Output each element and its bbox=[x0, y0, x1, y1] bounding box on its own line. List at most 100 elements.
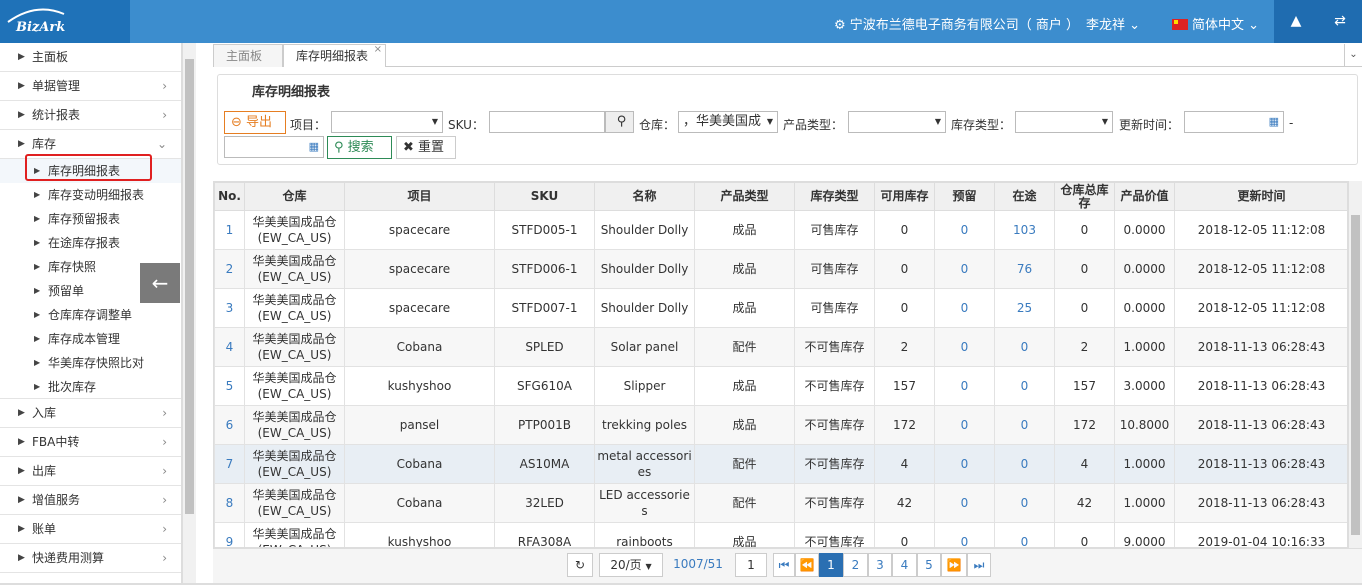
tab-inventory-detail[interactable]: 库存明细报表 × bbox=[283, 44, 386, 67]
table-cell[interactable]: 0 bbox=[934, 249, 995, 289]
notification-button[interactable]: ▲ bbox=[1274, 0, 1318, 43]
table-cell[interactable]: 0 bbox=[934, 366, 995, 406]
column-header[interactable]: 预留 bbox=[934, 182, 995, 211]
column-header[interactable]: 项目 bbox=[344, 182, 495, 211]
column-header[interactable]: No. bbox=[214, 182, 245, 211]
company-name[interactable]: ⚙ 宁波布兰德电子商务有限公司（ 商户 ） bbox=[834, 14, 1079, 33]
sidebar-sub-batch[interactable]: ▶ 批次库存 bbox=[0, 375, 181, 399]
table-cell[interactable]: 0 bbox=[934, 405, 995, 445]
table-row[interactable]: 5 华美美国成品仓(EW_CA_US) kushyshoo SFG610A Slippe… bbox=[214, 366, 1347, 406]
column-header[interactable]: 名称 bbox=[594, 182, 695, 211]
sidebar-sub-in-transit[interactable]: ▶ 在途库存报表 bbox=[0, 231, 181, 255]
last-page-button[interactable]: ⏭ bbox=[967, 553, 991, 577]
collapse-sidebar-button[interactable]: ← bbox=[140, 263, 180, 303]
scrollbar-thumb[interactable] bbox=[185, 59, 194, 514]
table-cell[interactable]: 9 bbox=[214, 522, 245, 547]
warehouse-select[interactable]: ，华美美国成 ▼ bbox=[678, 111, 778, 133]
table-scrollbar[interactable] bbox=[1348, 181, 1362, 548]
column-header[interactable]: 库存类型 bbox=[794, 182, 875, 211]
table-cell[interactable]: 0 bbox=[994, 444, 1055, 484]
stock-type-select[interactable]: ▼ bbox=[1015, 111, 1113, 133]
project-select[interactable]: ▼ bbox=[331, 111, 443, 133]
logo[interactable]: BizArk bbox=[0, 0, 130, 43]
sidebar-sub-inventory-change[interactable]: ▶ 库存变动明细报表 bbox=[0, 183, 181, 207]
sidebar-item-documents[interactable]: ▶ 单据管理 › bbox=[0, 72, 181, 101]
table-cell[interactable]: 0 bbox=[994, 405, 1055, 445]
table-cell[interactable]: 1 bbox=[214, 210, 245, 250]
prev-page-button[interactable]: ⏪ bbox=[795, 553, 819, 577]
tab-dashboard[interactable]: 主面板 bbox=[213, 44, 283, 67]
refresh-button[interactable]: ↻ bbox=[567, 553, 593, 577]
table-cell[interactable]: 0 bbox=[934, 210, 995, 250]
export-button[interactable]: ⊖ 导出 bbox=[224, 111, 286, 134]
sidebar-item-inbound[interactable]: ▶ 入库 › bbox=[0, 399, 181, 428]
table-row[interactable]: 7 华美美国成品仓(EW_CA_US) Cobana AS10MA metal acce… bbox=[214, 444, 1347, 484]
sidebar-item-billing[interactable]: ▶ 账单 › bbox=[0, 515, 181, 544]
table-cell[interactable]: 0 bbox=[934, 327, 995, 367]
language-menu[interactable]: 简体中文 ⌄ bbox=[1172, 14, 1259, 33]
table-row[interactable]: 9华美美国成品仓(EW_CA_US)kushyshooRFA308Arainbo… bbox=[214, 522, 1347, 547]
table-cell[interactable]: 3 bbox=[214, 288, 245, 328]
page-input[interactable]: 1 bbox=[735, 553, 767, 577]
column-header[interactable]: 产品类型 bbox=[694, 182, 795, 211]
column-header[interactable]: 更新时间 bbox=[1174, 182, 1347, 211]
page-2-button[interactable]: 2 bbox=[843, 553, 868, 577]
column-header[interactable]: 仓库 bbox=[244, 182, 345, 211]
column-header[interactable]: SKU bbox=[494, 182, 595, 211]
table-row[interactable]: 1 华美美国成品仓(EW_CA_US) spacecare STFD005-1 Shou… bbox=[214, 210, 1347, 250]
table-cell[interactable]: 25 bbox=[994, 288, 1055, 328]
table-row[interactable]: 4 华美美国成品仓(EW_CA_US) Cobana SPLED Solar panel… bbox=[214, 327, 1347, 367]
page-1-button[interactable]: 1 bbox=[819, 553, 843, 577]
table-row[interactable]: 3 华美美国成品仓(EW_CA_US) spacecare STFD007-1 Shou… bbox=[214, 288, 1347, 328]
next-page-button[interactable]: ⏩ bbox=[941, 553, 967, 577]
sidebar-item-outbound[interactable]: ▶ 出库 › bbox=[0, 457, 181, 486]
table-cell[interactable]: 7 bbox=[214, 444, 245, 484]
table-cell[interactable]: 0 bbox=[994, 522, 1055, 547]
sku-search-button[interactable]: ⚲ bbox=[605, 111, 634, 133]
sidebar-item-fba[interactable]: ▶ FBA中转 › bbox=[0, 428, 181, 457]
close-icon[interactable]: × bbox=[374, 39, 382, 61]
column-header[interactable]: 可用库存 bbox=[874, 182, 935, 211]
table-cell[interactable]: 6 bbox=[214, 405, 245, 445]
sidebar-sub-inventory-reserve[interactable]: ▶ 库存预留报表 bbox=[0, 207, 181, 231]
page-size-select[interactable]: 20/页 ▼ bbox=[599, 553, 663, 577]
sidebar-item-value-added[interactable]: ▶ 增值服务 › bbox=[0, 486, 181, 515]
page-3-button[interactable]: 3 bbox=[868, 553, 892, 577]
sidebar-sub-snapshot-compare[interactable]: ▶ 华美库存快照比对 bbox=[0, 351, 181, 375]
table-cell[interactable]: 103 bbox=[994, 210, 1055, 250]
table-row[interactable]: 6 华美美国成品仓(EW_CA_US) pansel PTP001B trekking … bbox=[214, 405, 1347, 445]
table-cell[interactable]: 0 bbox=[934, 522, 995, 547]
table-cell[interactable]: 76 bbox=[994, 249, 1055, 289]
table-cell[interactable]: 4 bbox=[214, 327, 245, 367]
first-page-button[interactable]: ⏮ bbox=[773, 553, 795, 577]
switch-button[interactable]: ⇄ bbox=[1318, 0, 1362, 43]
table-cell[interactable]: 2 bbox=[214, 249, 245, 289]
update-time-end[interactable]: ▦ bbox=[224, 136, 324, 158]
search-button[interactable]: ⚲ 搜索 bbox=[327, 136, 392, 159]
sidebar-scrollbar[interactable] bbox=[182, 43, 196, 585]
sidebar-item-dashboard[interactable]: ▶ 主面板 bbox=[0, 43, 181, 72]
sidebar-item-express-fee[interactable]: ▶ 快递费用测算 › bbox=[0, 544, 181, 573]
column-header[interactable]: 产品价值 bbox=[1114, 182, 1175, 211]
table-cell[interactable]: 8 bbox=[214, 483, 245, 523]
table-row[interactable]: 2 华美美国成品仓(EW_CA_US) spacecare STFD006-1 Shou… bbox=[214, 249, 1347, 289]
sku-input[interactable] bbox=[489, 111, 605, 133]
user-menu[interactable]: 李龙祥 ⌄ bbox=[1086, 14, 1140, 33]
table-cell[interactable]: 0 bbox=[994, 327, 1055, 367]
table-cell[interactable]: 0 bbox=[934, 483, 995, 523]
sidebar-sub-cost[interactable]: ▶ 库存成本管理 bbox=[0, 327, 181, 351]
scrollbar-thumb[interactable] bbox=[1351, 215, 1360, 535]
table-cell[interactable]: 0 bbox=[994, 366, 1055, 406]
table-row[interactable]: 8 华美美国成品仓(EW_CA_US) Cobana 32LED LED accesso… bbox=[214, 483, 1347, 523]
reset-button[interactable]: ✖ 重置 bbox=[396, 136, 456, 159]
page-4-button[interactable]: 4 bbox=[892, 553, 917, 577]
table-cell[interactable]: 0 bbox=[994, 483, 1055, 523]
product-type-select[interactable]: ▼ bbox=[848, 111, 946, 133]
table-cell[interactable]: 5 bbox=[214, 366, 245, 406]
tab-menu-button[interactable]: ⌄ bbox=[1344, 44, 1362, 67]
update-time-start[interactable]: ▦ bbox=[1184, 111, 1284, 133]
column-header[interactable]: 在途 bbox=[994, 182, 1055, 211]
column-header[interactable]: 仓库总库存 bbox=[1054, 182, 1115, 211]
table-cell[interactable]: 0 bbox=[934, 444, 995, 484]
table-cell[interactable]: 0 bbox=[934, 288, 995, 328]
